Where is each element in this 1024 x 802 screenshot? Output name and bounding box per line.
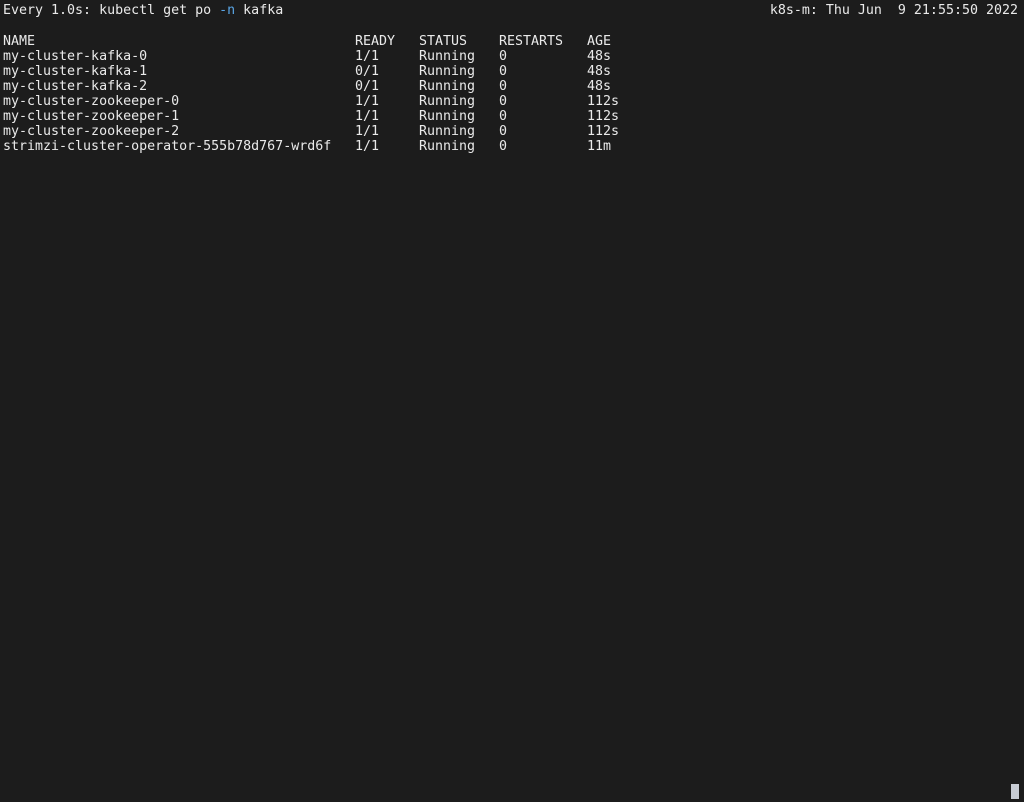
pod-restarts: 0 [499, 94, 508, 109]
pod-status: Running [419, 49, 476, 64]
host-timestamp: k8s-m: Thu Jun 9 21:55:50 2022 [769, 3, 1018, 18]
pod-name: my-cluster-kafka-0 [3, 49, 148, 64]
table-row: my-cluster-zookeeper-0 1/1 Running 0 112… [3, 94, 619, 109]
pod-restarts: 0 [499, 79, 508, 94]
pod-restarts: 0 [499, 49, 508, 64]
pod-name: my-cluster-zookeeper-2 [3, 124, 180, 139]
table-header-row: NAME READY STATUS RESTARTS AGE [3, 34, 611, 49]
pod-restarts: 0 [499, 124, 508, 139]
pod-age: 48s [587, 64, 612, 79]
column-header-name: NAME [3, 34, 36, 49]
pod-name: my-cluster-zookeeper-1 [3, 109, 180, 124]
pods-table: NAME READY STATUS RESTARTS AGE my-cluste… [3, 34, 619, 154]
pod-status: Running [419, 109, 476, 124]
pod-age: 11m [587, 139, 612, 154]
watch-command-suffix: kafka [235, 3, 284, 18]
pod-name: my-cluster-kafka-1 [3, 64, 148, 79]
pod-name: strimzi-cluster-operator-555b78d767-wrd6… [3, 139, 332, 154]
terminal-cursor [1011, 784, 1019, 799]
pod-restarts: 0 [499, 64, 508, 79]
column-header-age: AGE [587, 34, 612, 49]
pod-status: Running [419, 94, 476, 109]
pod-restarts: 0 [499, 109, 508, 124]
pod-status: Running [419, 124, 476, 139]
pod-status: Running [419, 79, 476, 94]
pod-ready: 0/1 [355, 64, 380, 79]
table-row: my-cluster-kafka-1 0/1 Running 0 48s [3, 64, 611, 79]
pod-name: my-cluster-zookeeper-0 [3, 94, 180, 109]
pod-ready: 1/1 [355, 109, 380, 124]
table-row: my-cluster-zookeeper-1 1/1 Running 0 112… [3, 109, 619, 124]
namespace-flag: -n [219, 3, 236, 18]
pod-ready: 0/1 [355, 79, 380, 94]
column-header-status: STATUS [419, 34, 468, 49]
table-row: my-cluster-kafka-0 1/1 Running 0 48s [3, 49, 611, 64]
pod-restarts: 0 [499, 139, 508, 154]
column-header-ready: READY [355, 34, 396, 49]
pod-ready: 1/1 [355, 49, 380, 64]
watch-command-prefix: Every 1.0s: kubectl get po [3, 3, 220, 18]
pod-status: Running [419, 64, 476, 79]
table-row: my-cluster-kafka-2 0/1 Running 0 48s [3, 79, 611, 94]
pod-ready: 1/1 [355, 94, 380, 109]
pod-ready: 1/1 [355, 139, 380, 154]
pod-age: 48s [587, 49, 612, 64]
table-row: my-cluster-zookeeper-2 1/1 Running 0 112… [3, 124, 619, 139]
watch-command-line: Every 1.0s: kubectl get po -n kafka [3, 3, 283, 18]
pod-age: 112s [587, 109, 620, 124]
pod-age: 112s [587, 124, 620, 139]
table-row: strimzi-cluster-operator-555b78d767-wrd6… [3, 139, 611, 154]
pod-age: 112s [587, 94, 620, 109]
pod-status: Running [419, 139, 476, 154]
column-header-restarts: RESTARTS [499, 34, 564, 49]
pod-age: 48s [587, 79, 612, 94]
pod-ready: 1/1 [355, 124, 380, 139]
pod-name: my-cluster-kafka-2 [3, 79, 148, 94]
terminal-window[interactable]: Every 1.0s: kubectl get po -n kafka k8s-… [0, 0, 1024, 802]
